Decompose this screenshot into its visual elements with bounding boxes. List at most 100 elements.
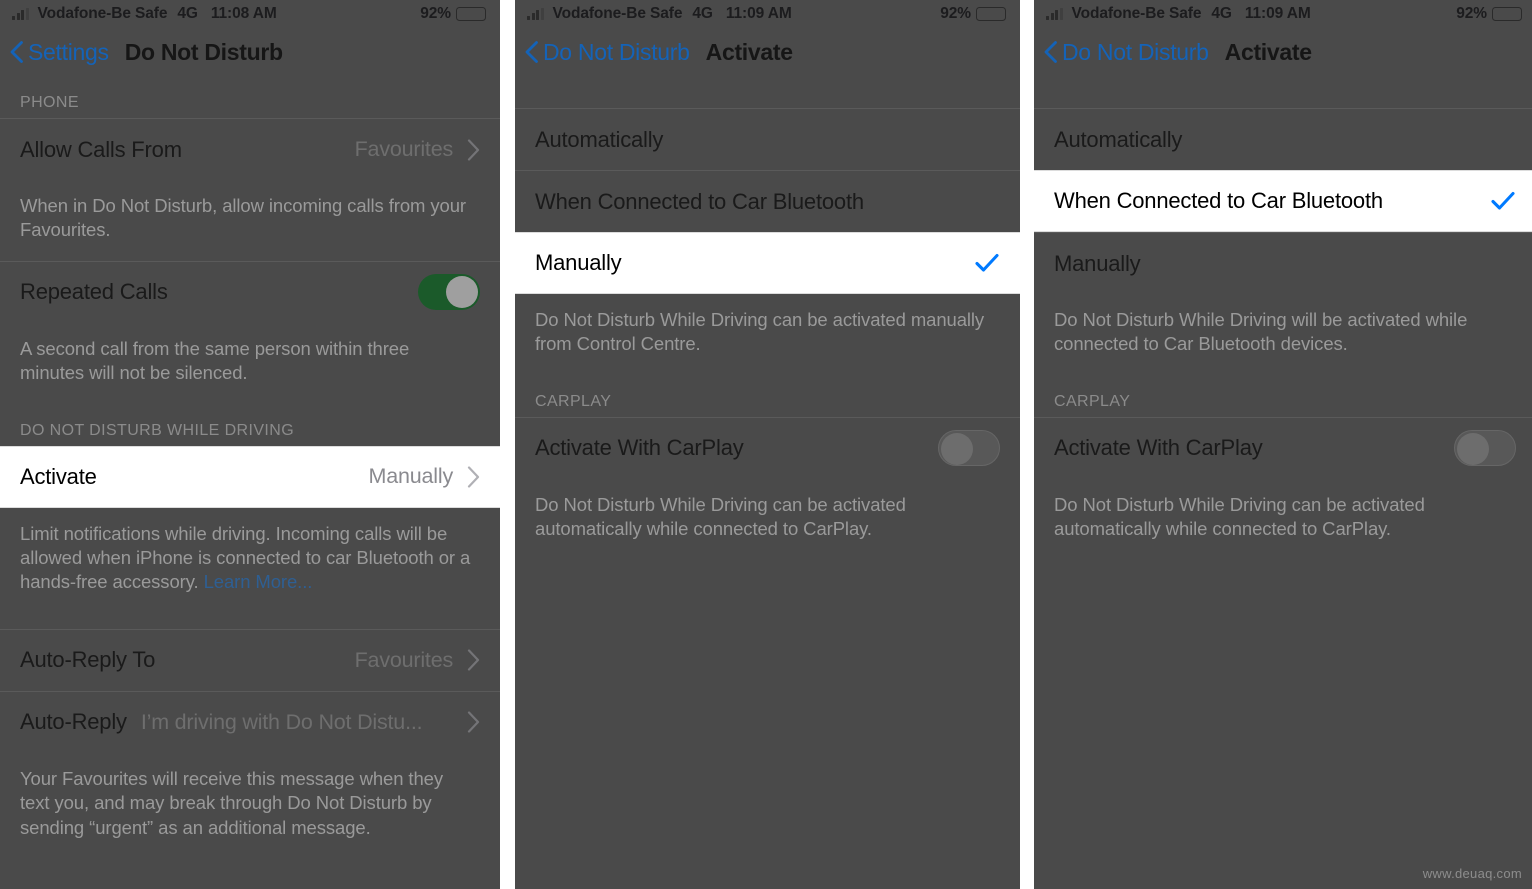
option-when-connected-car-bluetooth[interactable]: When Connected to Car Bluetooth (515, 170, 1020, 232)
note-activate: Limit notifications while driving. Incom… (0, 508, 500, 629)
note-carplay: Do Not Disturb While Driving can be acti… (1054, 493, 1425, 540)
back-button-do-not-disturb[interactable]: Do Not Disturb (1044, 39, 1209, 66)
status-bar-left: Vodafone-Be Safe 4G 11:09 AM (527, 5, 940, 23)
option-label: Automatically (1054, 126, 1183, 152)
row-auto-reply[interactable]: Auto-Reply I’m driving with Do Not Distu… (0, 690, 500, 753)
row-value: Manually (368, 464, 454, 489)
carrier-label: Vodafone-Be Safe (1071, 5, 1202, 22)
signal-bars-icon (527, 8, 544, 20)
row-value: Favourites (354, 647, 454, 672)
chevron-right-icon (467, 649, 480, 671)
note-carplay: Do Not Disturb While Driving can be acti… (535, 493, 906, 540)
row-label: Auto-Reply (20, 709, 127, 735)
watermark: www.deuaq.com (1422, 866, 1522, 881)
repeated-calls-toggle[interactable] (418, 274, 480, 311)
row-label: Activate With CarPlay (1054, 435, 1263, 461)
chevron-left-icon (10, 41, 23, 63)
phone-panel-3: Vodafone-Be Safe 4G 11:09 AM 92% Do Not … (1034, 0, 1532, 889)
row-value: Favourites (354, 137, 454, 161)
back-button-label: Settings (28, 38, 109, 65)
chevron-left-icon (525, 41, 538, 63)
battery-percent-label: 92% (420, 5, 451, 22)
row-value: I’m driving with Do Not Distu... (140, 709, 423, 734)
note-allow-calls: When in Do Not Disturb, allow incoming c… (20, 195, 466, 241)
option-when-connected-car-bluetooth[interactable]: When Connected to Car Bluetooth (1034, 170, 1532, 232)
battery-icon (976, 7, 1010, 21)
option-label: Automatically (535, 126, 664, 152)
option-automatically[interactable]: Automatically (1034, 108, 1532, 170)
battery-icon (456, 7, 490, 21)
row-label: Activate (20, 463, 97, 489)
note-auto-reply: Your Favourites will receive this messag… (20, 767, 444, 838)
list-top-gap (1034, 76, 1532, 108)
status-bar-left: Vodafone-Be Safe 4G 11:08 AM (12, 5, 420, 23)
section-header-dnd-driving: DO NOT DISTURB WHILE DRIVING (20, 421, 295, 439)
row-label: Allow Calls From (20, 136, 182, 162)
row-allow-calls-from[interactable]: Allow Calls From Favourites (0, 118, 500, 180)
row-activate-with-carplay[interactable]: Activate With CarPlay (515, 416, 1020, 479)
section-header-phone: PHONE (20, 94, 79, 111)
option-label: Manually (1054, 250, 1141, 276)
nav-bar-panel-3: Do Not Disturb Activate (1034, 28, 1532, 76)
row-activate-with-carplay[interactable]: Activate With CarPlay (1034, 416, 1532, 479)
chevron-right-icon (467, 711, 480, 733)
network-type-label: 4G (692, 5, 713, 22)
phone-panel-1: Vodafone-Be Safe 4G 11:08 AM 92% Setting… (0, 0, 500, 889)
row-label: Auto-Reply To (20, 647, 156, 673)
option-manually[interactable]: Manually (515, 232, 1020, 294)
list-top-gap (515, 76, 1020, 108)
option-label: Manually (535, 250, 622, 275)
note-activate-mode: Do Not Disturb While Driving will be act… (1054, 309, 1468, 355)
nav-bar-panel-1: Settings Do Not Disturb (0, 28, 500, 76)
section-header-carplay: CARPLAY (1054, 392, 1131, 410)
back-button-settings[interactable]: Settings (10, 39, 109, 66)
status-bar-left: Vodafone-Be Safe 4G 11:09 AM (1046, 5, 1456, 23)
option-label: When Connected to Car Bluetooth (1054, 188, 1383, 213)
clock-label: 11:08 AM (210, 5, 277, 22)
checkmark-icon (1490, 188, 1516, 214)
status-bar-right: 92% (420, 5, 490, 23)
back-button-do-not-disturb[interactable]: Do Not Disturb (525, 39, 690, 66)
carrier-label: Vodafone-Be Safe (552, 5, 683, 22)
clock-label: 11:09 AM (1244, 5, 1311, 22)
screenshot-stage: Vodafone-Be Safe 4G 11:08 AM 92% Setting… (0, 0, 1532, 889)
network-type-label: 4G (1211, 5, 1232, 22)
signal-bars-icon (12, 8, 29, 20)
network-type-label: 4G (177, 5, 198, 22)
page-title: Activate (705, 38, 793, 65)
carrier-label: Vodafone-Be Safe (37, 5, 168, 22)
status-bar-panel-3: Vodafone-Be Safe 4G 11:09 AM 92% (1034, 0, 1532, 28)
chevron-right-icon (467, 466, 480, 488)
page-title: Do Not Disturb (124, 38, 283, 65)
row-label: Activate With CarPlay (535, 435, 744, 461)
row-activate[interactable]: Activate Manually (0, 445, 500, 508)
section-header-carplay: CARPLAY (535, 392, 612, 410)
status-bar-panel-1: Vodafone-Be Safe 4G 11:08 AM 92% (0, 0, 500, 28)
row-repeated-calls[interactable]: Repeated Calls (0, 260, 500, 323)
back-button-label: Do Not Disturb (543, 38, 690, 65)
phone-panel-2: Vodafone-Be Safe 4G 11:09 AM 92% Do Not … (515, 0, 1020, 889)
battery-percent-label: 92% (1456, 5, 1487, 22)
status-bar-right: 92% (940, 5, 1010, 23)
activate-with-carplay-toggle[interactable] (1454, 430, 1516, 467)
status-bar-panel-2: Vodafone-Be Safe 4G 11:09 AM 92% (515, 0, 1020, 28)
option-manually[interactable]: Manually (1034, 232, 1532, 294)
battery-icon (1492, 7, 1526, 21)
page-title: Activate (1224, 38, 1312, 65)
signal-bars-icon (1046, 8, 1063, 20)
battery-percent-label: 92% (940, 5, 971, 22)
activate-with-carplay-toggle[interactable] (938, 430, 1000, 467)
chevron-right-icon (467, 138, 480, 161)
chevron-left-icon (1044, 41, 1057, 63)
status-bar-right: 92% (1456, 5, 1526, 23)
learn-more-link[interactable]: Learn More... (204, 571, 313, 592)
note-repeated-calls: A second call from the same person withi… (20, 337, 410, 384)
row-auto-reply-to[interactable]: Auto-Reply To Favourites (0, 628, 500, 691)
back-button-label: Do Not Disturb (1062, 38, 1209, 65)
nav-bar-panel-2: Do Not Disturb Activate (515, 28, 1020, 76)
option-label: When Connected to Car Bluetooth (535, 188, 864, 214)
clock-label: 11:09 AM (725, 5, 792, 22)
checkmark-icon (974, 250, 1000, 276)
row-label: Repeated Calls (20, 279, 168, 305)
option-automatically[interactable]: Automatically (515, 108, 1020, 170)
